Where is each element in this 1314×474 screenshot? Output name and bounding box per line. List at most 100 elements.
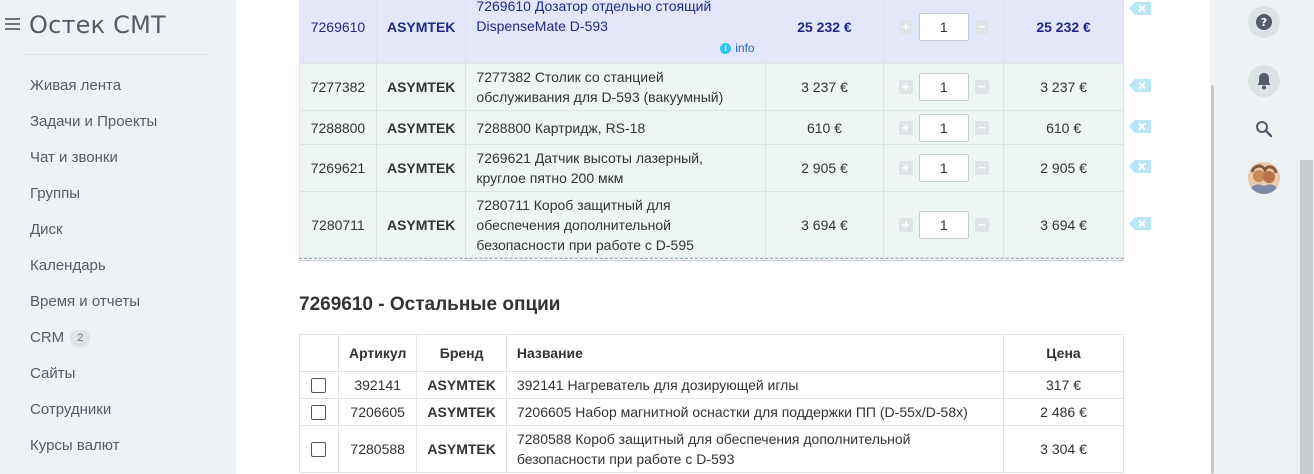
price-cell: 3 304 € [1003,425,1124,473]
price-cell: 2 486 € [1003,398,1124,426]
help-icon[interactable]: ? [1248,6,1280,38]
table-bottom-border [299,258,1124,261]
sidebar-item-time-reports[interactable]: Время и отчеты [0,284,236,320]
options-table: Артикул Бренд Название Цена 392141 ASYMT… [299,334,1124,473]
table-row[interactable]: 7269621 ASYMTEK 7269621 Датчик высоты ла… [299,144,1124,192]
hamburger-menu-icon[interactable] [5,14,21,34]
sidebar-item-groups[interactable]: Группы [0,176,236,212]
rail-scrollbar-thumb[interactable] [1300,160,1313,474]
qty-cell: +1− [883,144,1005,192]
brand-cell: ASYMTEK [375,110,467,145]
total-cell: 25 232 € [1003,0,1124,64]
brand-cell: ASYMTEK [375,0,467,64]
sidebar-item-label: Время и отчеты [30,293,141,310]
minus-icon[interactable]: − [974,20,989,34]
sidebar-item-employees[interactable]: Сотрудники [0,392,236,428]
article-cell: 7269621 [299,144,377,192]
sidebar-item-label: Курсы валют [30,437,120,454]
table-row[interactable]: 7277382 ASYMTEK 7277382 Столик со станци… [299,63,1124,111]
price-cell: 3 694 € [764,191,885,258]
price-cell: 3 237 € [764,63,885,111]
table-row[interactable]: 392141 ASYMTEK 392141 Нагреватель для до… [299,371,1124,399]
option-checkbox[interactable] [311,442,327,458]
delete-icon[interactable] [1129,79,1151,92]
minus-icon[interactable]: − [974,80,989,94]
sidebar-item-label: Чат и звонки [30,149,118,166]
options-section-title: 7269610 - Остальные опции [299,294,561,315]
total-cell: 3 237 € [1003,63,1124,111]
name-cell: 7277382 Столик со станцией обслуживания … [465,63,766,111]
minus-icon[interactable]: − [974,161,989,175]
bell-icon[interactable] [1248,65,1280,97]
qty-cell: +1− [883,110,1005,145]
table-row[interactable]: 7206605 ASYMTEK 7206605 Набор магнитной … [299,398,1124,426]
quantity-input[interactable]: 1 [918,154,969,182]
sidebar-item-currency[interactable]: Курсы валют [0,428,236,464]
sidebar-item-crm[interactable]: CRM 2 [0,320,236,356]
sidebar-nav: Живая лента Задачи и Проекты Чат и звонк… [0,68,236,464]
option-checkbox[interactable] [311,405,327,421]
brand-cell: ASYMTEK [375,191,467,258]
price-cell: 25 232 € [764,0,885,64]
sidebar-item-calendar[interactable]: Календарь [0,248,236,284]
qty-cell: +1− [883,63,1005,111]
plus-icon[interactable]: + [898,217,913,232]
price-cell: 2 905 € [764,144,885,192]
table-row[interactable]: 7280588 ASYMTEK 7280588 Короб защитный д… [299,425,1124,473]
name-cell: 7288800 Картридж, RS-18 [465,110,766,145]
sidebar-item-label: Диск [30,221,63,238]
column-header-article[interactable]: Артикул [337,334,418,372]
name-cell: 7269610 Дозатор отдельно стоящий Dispens… [465,0,766,64]
plus-icon[interactable]: + [898,120,913,135]
column-header-name[interactable]: Название [505,334,1005,372]
table-row[interactable]: 7269610 ASYMTEK 7269610 Дозатор отдельно… [299,0,1124,64]
sidebar-item-feed[interactable]: Живая лента [0,68,236,104]
total-cell: 3 694 € [1003,191,1124,258]
column-header-price[interactable]: Цена [1003,334,1124,372]
minus-icon[interactable]: − [974,120,989,135]
name-cell: 392141 Нагреватель для дозирующей иглы [505,371,1005,399]
products-table: 7269610 ASYMTEK 7269610 Дозатор отдельно… [299,0,1124,258]
sidebar-item-sites[interactable]: Сайты [0,356,236,392]
app-title[interactable]: Остек СМТ [29,11,166,39]
plus-icon[interactable]: + [898,161,913,175]
brand-cell: ASYMTEK [416,371,507,399]
article-cell: 7206605 [337,398,418,426]
sidebar-item-label: Сайты [30,365,76,382]
plus-icon[interactable]: + [898,80,913,94]
quantity-input[interactable]: 1 [918,210,969,239]
article-cell: 7280588 [337,425,418,473]
sidebar-divider [22,54,210,55]
table-row[interactable]: 7288800 ASYMTEK 7288800 Картридж, RS-18 … [299,110,1124,145]
search-icon[interactable] [1248,113,1280,145]
brand-cell: ASYMTEK [416,425,507,473]
qty-cell: +1− [883,0,1005,64]
sidebar-item-label: Сотрудники [30,401,112,418]
delete-icon[interactable] [1129,217,1151,230]
article-cell: 7280711 [299,191,377,258]
table-row[interactable]: 7280711 ASYMTEK 7280711 Короб защитный д… [299,191,1124,258]
sidebar-item-label: Задачи и Проекты [30,113,158,130]
delete-icon[interactable] [1129,120,1151,133]
minus-icon[interactable]: − [974,217,989,232]
name-cell: 7280588 Короб защитный для обеспечения д… [505,425,1005,473]
crm-counter-badge: 2 [70,329,91,347]
sidebar-item-chat[interactable]: Чат и звонки [0,140,236,176]
quantity-input[interactable]: 1 [918,73,969,101]
brand-cell: ASYMTEK [375,63,467,111]
column-header-brand[interactable]: Бренд [416,334,507,372]
sidebar-item-disk[interactable]: Диск [0,212,236,248]
quantity-input[interactable]: 1 [918,113,969,142]
price-cell: 610 € [764,110,885,145]
info-link[interactable]: i info [476,38,755,58]
quantity-input[interactable]: 1 [918,13,969,41]
plus-icon[interactable]: + [898,20,913,34]
delete-icon[interactable] [1129,2,1151,15]
sidebar: Остек СМТ Живая лента Задачи и Проекты Ч… [0,0,236,474]
sidebar-item-tasks[interactable]: Задачи и Проекты [0,104,236,140]
option-checkbox[interactable] [311,378,327,394]
delete-icon[interactable] [1129,160,1151,173]
content-scrollbar-thumb[interactable] [1211,85,1214,474]
svg-text:?: ? [1261,16,1267,29]
avatar[interactable] [1248,162,1280,194]
